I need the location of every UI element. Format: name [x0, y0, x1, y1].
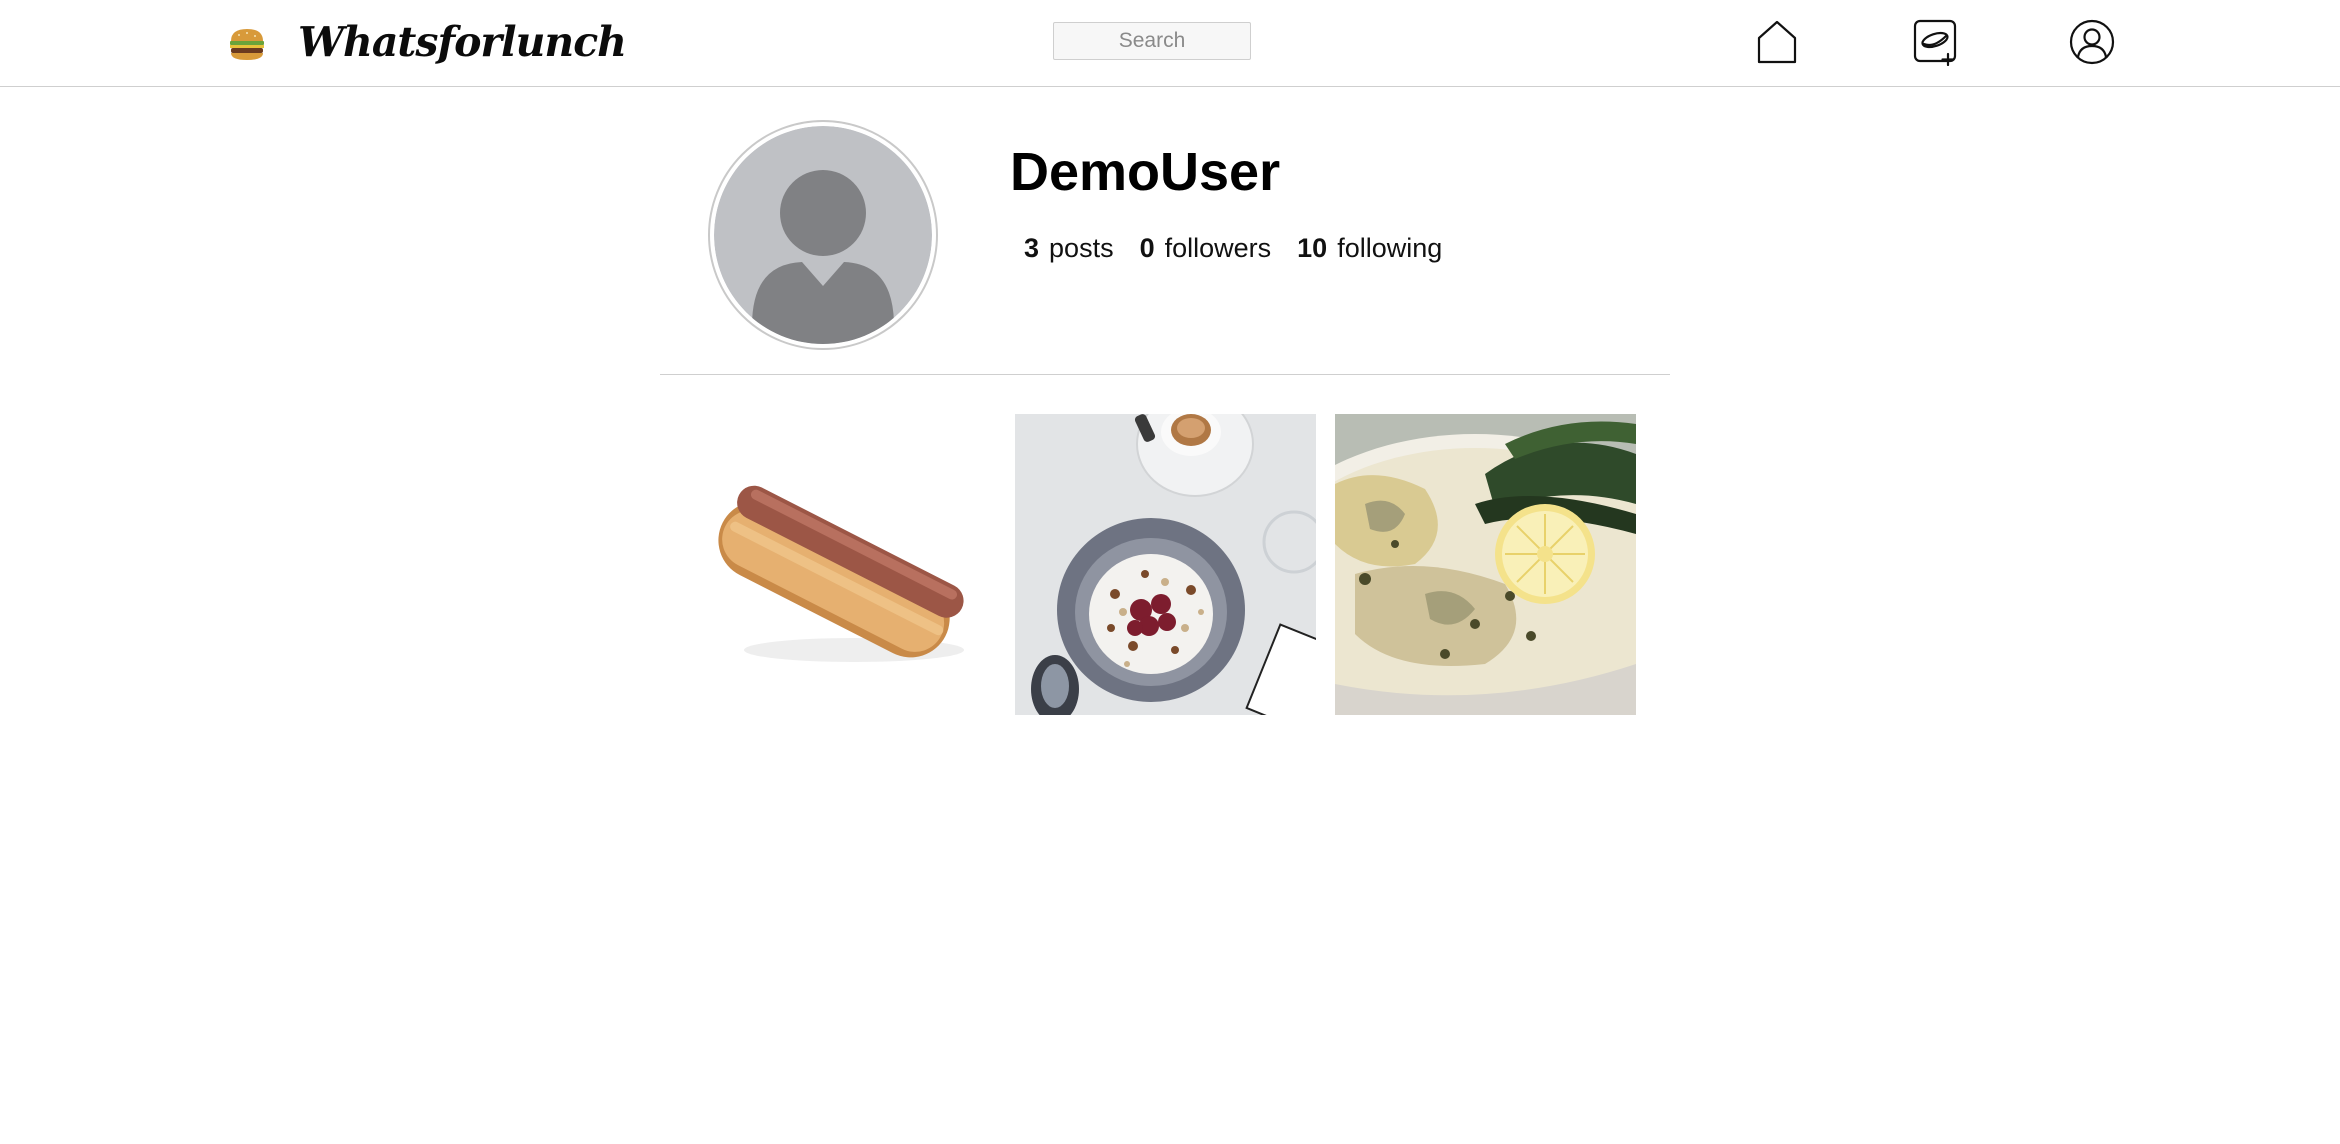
followers-label: followers	[1164, 233, 1272, 263]
following-stat[interactable]: 10 following	[1297, 230, 1442, 266]
following-count: 10	[1297, 233, 1328, 263]
posts-count: 3	[1024, 233, 1040, 263]
post-thumbnail-oatmeal[interactable]	[1015, 414, 1316, 715]
followers-stat[interactable]: 0 followers	[1140, 230, 1272, 266]
fish-lemon-plate-photo	[1335, 414, 1636, 715]
default-avatar-icon	[714, 126, 932, 344]
home-icon[interactable]	[1753, 18, 1801, 66]
new-post-icon[interactable]	[1912, 18, 1960, 66]
followers-count: 0	[1139, 233, 1155, 263]
post-thumbnail-fish-plate[interactable]	[1335, 414, 1636, 715]
search-input[interactable]	[1053, 22, 1251, 60]
user-circle-icon[interactable]	[2068, 18, 2116, 66]
profile-stats: 3 posts 0 followers 10 following	[1024, 230, 1468, 266]
hot-dog-photo	[694, 414, 995, 715]
profile-divider	[660, 374, 1670, 375]
post-thumbnail-hot-dog[interactable]	[694, 414, 995, 715]
top-navigation-bar: Whatsforlunch	[0, 0, 2340, 87]
burger-icon[interactable]	[228, 26, 266, 62]
following-label: following	[1337, 233, 1443, 263]
oatmeal-bowl-photo	[1015, 414, 1316, 715]
profile-username: DemoUser	[1010, 142, 1281, 202]
avatar[interactable]	[708, 120, 938, 350]
posts-stat[interactable]: 3 posts	[1024, 230, 1114, 266]
posts-label: posts	[1049, 233, 1114, 263]
brand-logo-text[interactable]: Whatsforlunch	[298, 12, 627, 72]
